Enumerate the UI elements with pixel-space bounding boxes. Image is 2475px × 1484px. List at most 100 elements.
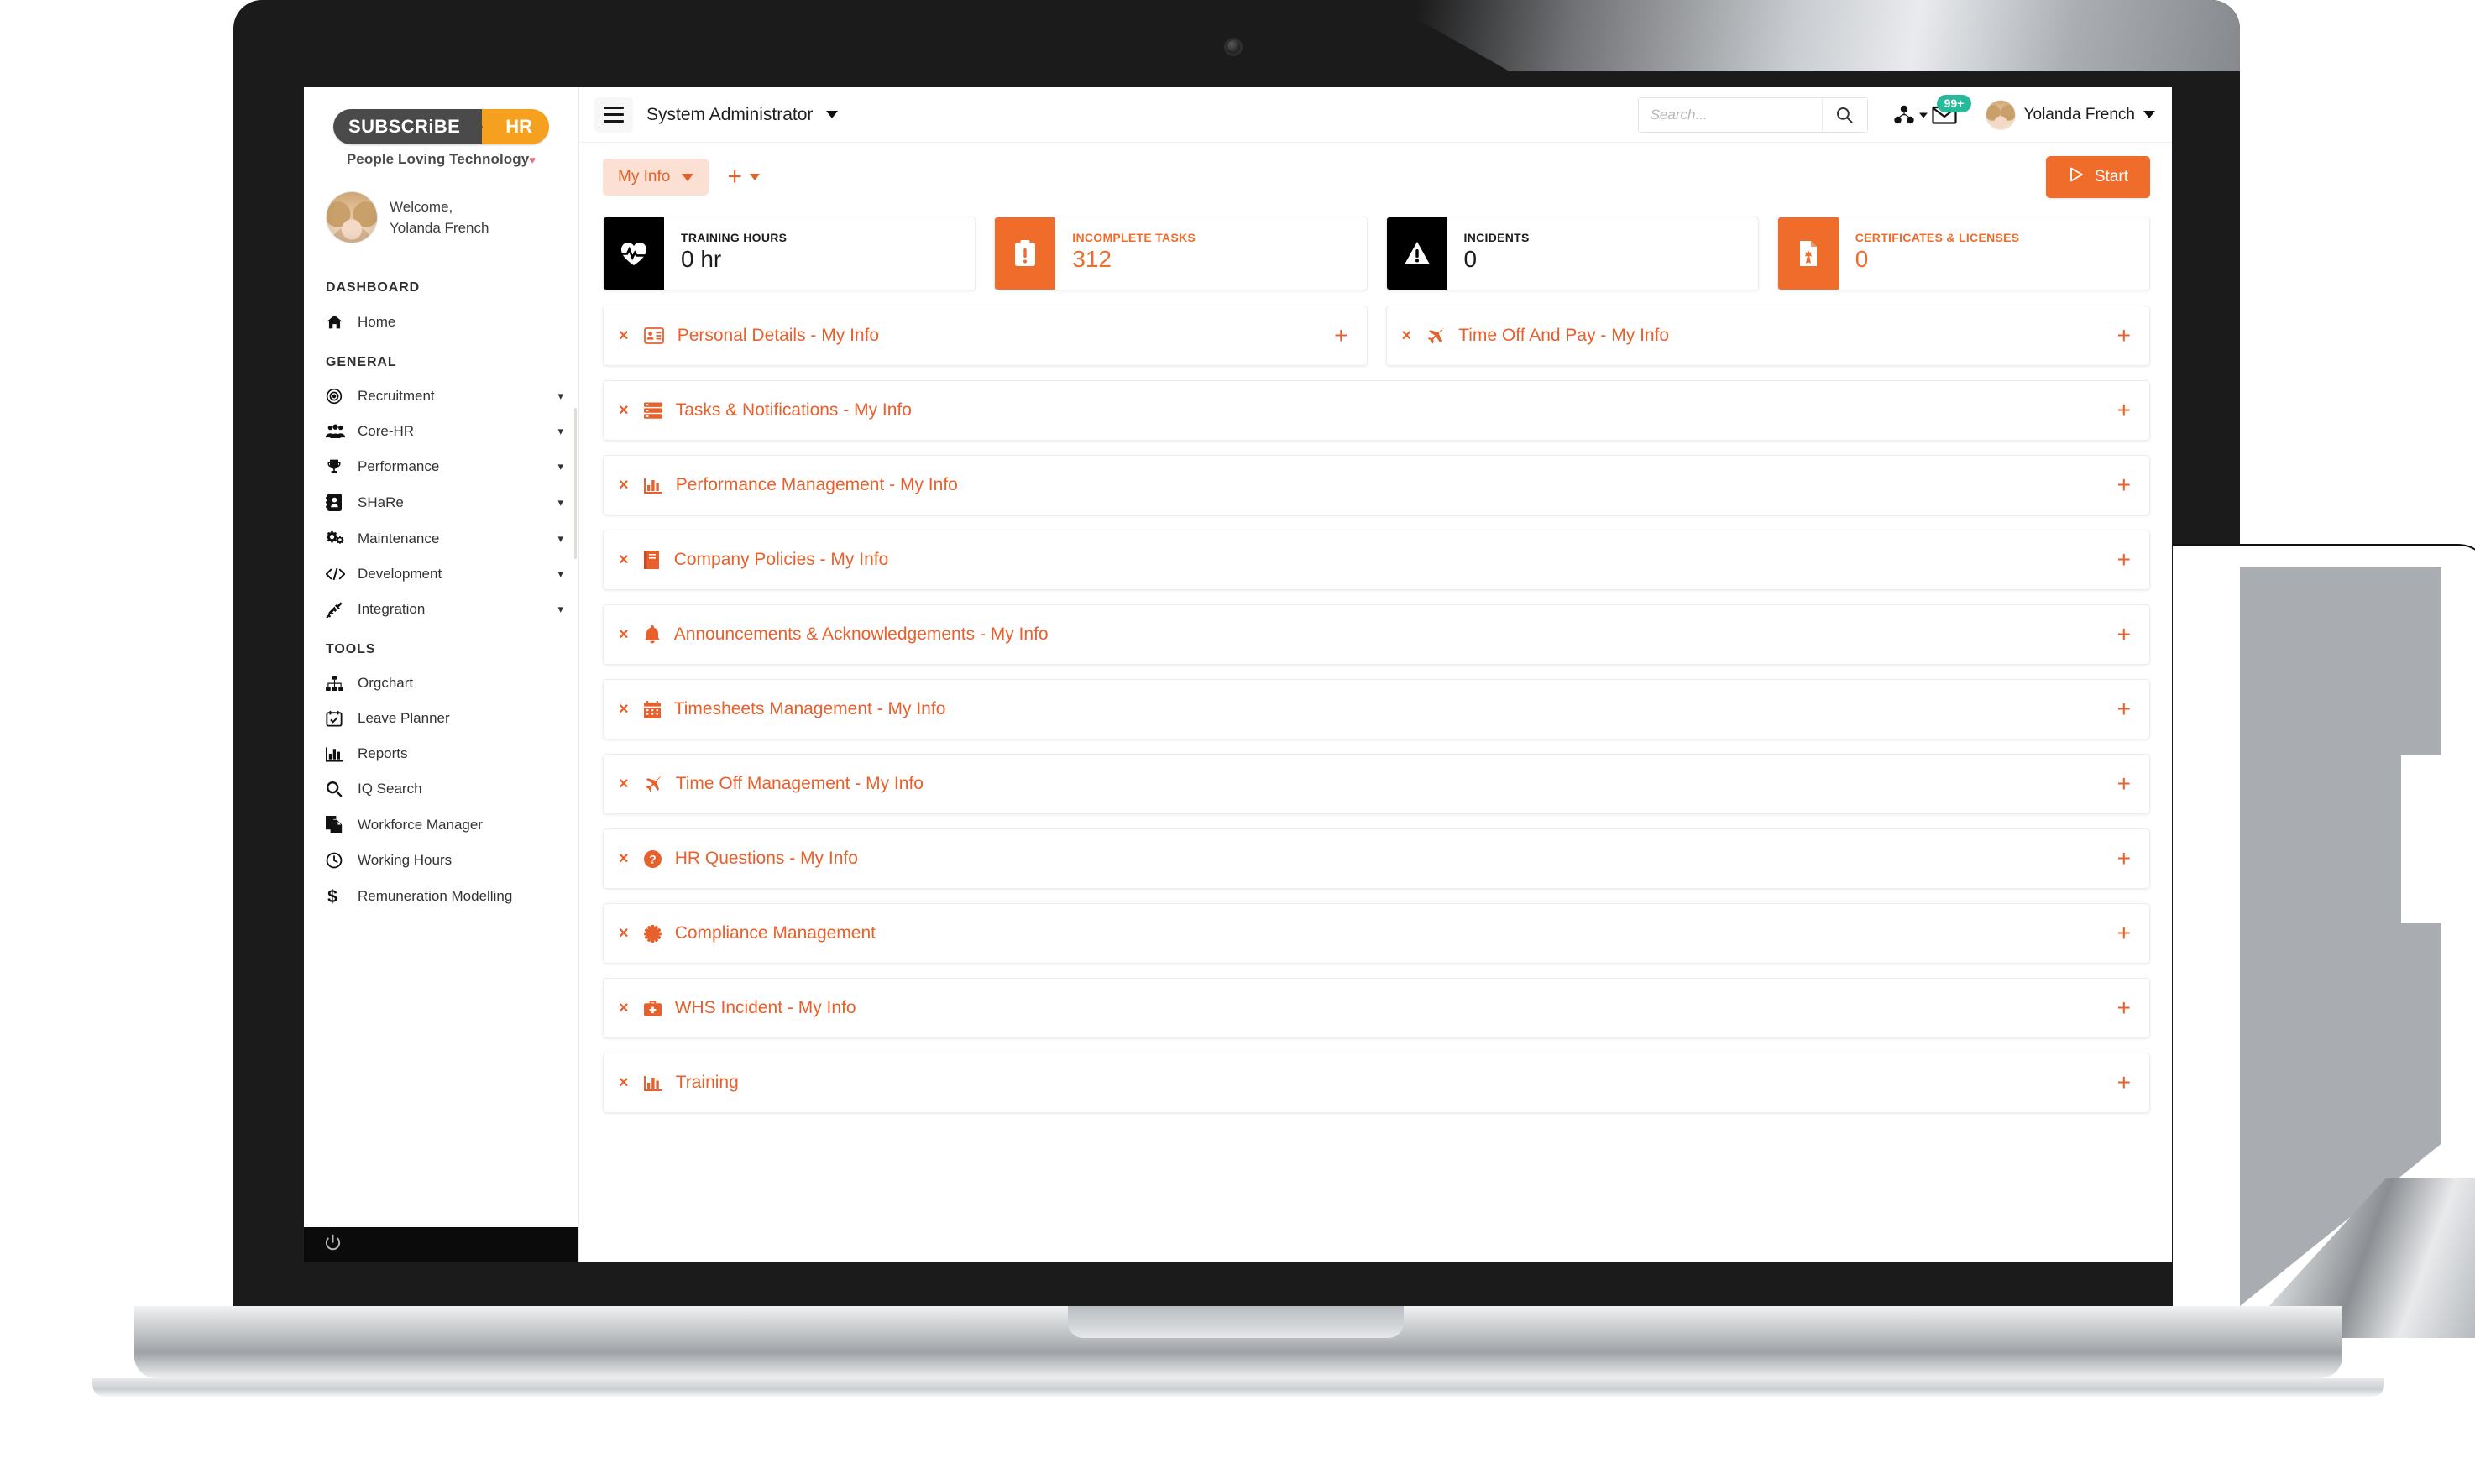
sidebar-nav: DASHBOARD Home GENERAL Recruitment ▾ Cor…: [304, 265, 578, 1227]
sidebar-section-tools-heading: TOOLS: [326, 642, 376, 656]
start-button[interactable]: Start: [2045, 156, 2150, 198]
brand-logo[interactable]: SUBSCRiBE HR People Loving Technology♥: [304, 87, 578, 173]
sidebar-item-label: Leave Planner: [358, 710, 450, 726]
add-icon[interactable]: +: [2117, 847, 2131, 870]
sidebar-item-performance[interactable]: Performance ▾: [304, 449, 578, 484]
panel-title: Time Off Management - My Info: [675, 774, 924, 793]
add-icon[interactable]: +: [2117, 473, 2131, 496]
user-menu[interactable]: Yolanda French: [1985, 99, 2155, 130]
stat-value: 0: [1855, 246, 1869, 272]
panel-announcements-acknowledgements[interactable]: × Announcements & Acknowledgements - My …: [603, 604, 2150, 665]
close-icon[interactable]: ×: [619, 1000, 629, 1016]
panel-title: Personal Details - My Info: [677, 326, 880, 345]
add-icon[interactable]: +: [2117, 324, 2131, 347]
heart-icon: ♥: [529, 154, 536, 166]
chevron-down-icon: ▾: [557, 567, 563, 580]
add-icon[interactable]: +: [2117, 922, 2131, 944]
stat-card-body: TRAINING HOURS 0 hr: [664, 217, 787, 290]
add-icon[interactable]: +: [2117, 1071, 2131, 1094]
sidebar-item-label: Reports: [358, 745, 408, 761]
panel-training[interactable]: × Training +: [603, 1053, 2150, 1113]
sidebar-item-development[interactable]: Development ▾: [304, 556, 578, 592]
sidebar-item-leave-planner[interactable]: Leave Planner: [304, 701, 578, 736]
sidebar-item-iq-search[interactable]: IQ Search: [304, 771, 578, 807]
add-icon[interactable]: +: [2117, 548, 2131, 571]
avatar: [326, 191, 378, 243]
chevron-down-icon: ▾: [557, 389, 563, 402]
sidebar-item-label: Working Hours: [358, 852, 453, 868]
stat-card-body: INCIDENTS 0: [1447, 217, 1530, 290]
panel-performance-management[interactable]: × Performance Management - My Info +: [603, 455, 2150, 515]
close-icon[interactable]: ×: [619, 776, 629, 792]
panel-time-off-management[interactable]: × Time Off Management - My Info +: [603, 754, 2150, 814]
sidebar-item-working-hours[interactable]: Working Hours: [304, 843, 578, 878]
panel-whs-incident[interactable]: × WHS Incident - My Info +: [603, 978, 2150, 1038]
sidebar-item-recruitment[interactable]: Recruitment ▾: [304, 379, 578, 414]
sidebar-item-orgchart[interactable]: Orgchart: [304, 666, 578, 701]
sidebar-item-integration[interactable]: Integration ▾: [304, 592, 578, 627]
sidebar-item-core-hr[interactable]: Core-HR ▾: [304, 414, 578, 449]
panel-company-policies[interactable]: × Company Policies - My Info +: [603, 530, 2150, 590]
stat-card-certificates-licenses[interactable]: CERTIFICATES & LICENSES 0: [1776, 217, 2150, 290]
stat-card-training-hours[interactable]: TRAINING HOURS 0 hr: [603, 217, 976, 290]
tab-my-info[interactable]: My Info: [603, 159, 709, 196]
welcome-greeting: Welcome,: [390, 198, 453, 215]
modules-icon[interactable]: [1893, 105, 1915, 125]
panel-title: Timesheets Management - My Info: [673, 699, 946, 718]
chevron-down-icon: ▾: [557, 603, 563, 615]
close-icon[interactable]: ×: [619, 626, 629, 643]
bar-chart-icon: [326, 745, 346, 762]
chevron-down-icon[interactable]: [1918, 110, 1928, 120]
close-icon[interactable]: ×: [619, 701, 629, 718]
add-icon[interactable]: +: [2117, 623, 2131, 645]
close-icon[interactable]: ×: [619, 327, 629, 344]
sidebar-item-remuneration-modelling[interactable]: $ Remuneration Modelling: [304, 878, 578, 915]
sidebar-item-share[interactable]: SHaRe ▾: [304, 484, 578, 520]
add-widget-menu[interactable]: +: [727, 165, 760, 190]
close-icon[interactable]: ×: [619, 551, 629, 568]
sidebar-item-label: Core-HR: [358, 423, 415, 439]
sidebar-item-label: Orgchart: [358, 675, 414, 691]
stat-label: INCOMPLETE TASKS: [1072, 231, 1196, 244]
add-icon[interactable]: +: [2117, 698, 2131, 720]
panel-title: Tasks & Notifications - My Info: [675, 400, 912, 420]
sidebar-item-workforce-manager[interactable]: Workforce Manager: [304, 807, 578, 843]
close-icon[interactable]: ×: [619, 402, 629, 419]
panel-personal-details[interactable]: × Personal Details - My Info +: [603, 306, 1368, 366]
panel-row: × ? HR Questions - My Info +: [603, 828, 2150, 889]
chevron-down-icon[interactable]: [826, 111, 839, 118]
close-icon[interactable]: ×: [619, 477, 629, 494]
close-icon[interactable]: ×: [1402, 327, 1412, 344]
panel-tasks-notifications[interactable]: × Tasks & Notifications - My Info +: [603, 380, 2150, 441]
stat-value: 0 hr: [681, 246, 722, 272]
close-icon[interactable]: ×: [619, 1074, 629, 1091]
add-icon[interactable]: +: [2117, 772, 2131, 795]
stat-card-incomplete-tasks[interactable]: INCOMPLETE TASKS 312: [994, 217, 1368, 290]
plug-icon: [326, 601, 346, 618]
plane-icon: [1426, 327, 1445, 345]
sidebar-item-maintenance[interactable]: Maintenance ▾: [304, 520, 578, 556]
sidebar-scrollbar[interactable]: [574, 408, 577, 559]
panel-hr-questions[interactable]: × ? HR Questions - My Info +: [603, 828, 2150, 889]
search-icon[interactable]: [1821, 97, 1867, 132]
hamburger-icon[interactable]: [594, 97, 633, 133]
users-icon: [326, 423, 346, 440]
close-icon[interactable]: ×: [619, 925, 629, 942]
panel-timesheets-management[interactable]: × Timesheets Management - My Info +: [603, 679, 2150, 739]
add-icon[interactable]: +: [2117, 399, 2131, 421]
decorative-reflection-mask: [2401, 755, 2475, 923]
sidebar-item-home[interactable]: Home: [304, 304, 578, 340]
sidebar-item-label: Integration: [358, 601, 426, 617]
panel-time-off-and-pay[interactable]: × Time Off And Pay - My Info +: [1385, 306, 2150, 366]
stat-card-incidents[interactable]: INCIDENTS 0: [1385, 217, 1759, 290]
panel-title: Compliance Management: [674, 923, 876, 943]
sidebar-item-reports[interactable]: Reports: [304, 736, 578, 771]
add-icon[interactable]: +: [1334, 324, 1347, 347]
add-icon[interactable]: +: [2117, 996, 2131, 1019]
power-icon[interactable]: [324, 1234, 342, 1256]
panel-compliance-management[interactable]: × Compliance Management +: [603, 903, 2150, 964]
close-icon[interactable]: ×: [619, 850, 629, 867]
sidebar-welcome-block: Welcome, Yolanda French: [304, 173, 578, 265]
target-icon: [326, 388, 346, 405]
search-input[interactable]: [1638, 97, 1822, 132]
